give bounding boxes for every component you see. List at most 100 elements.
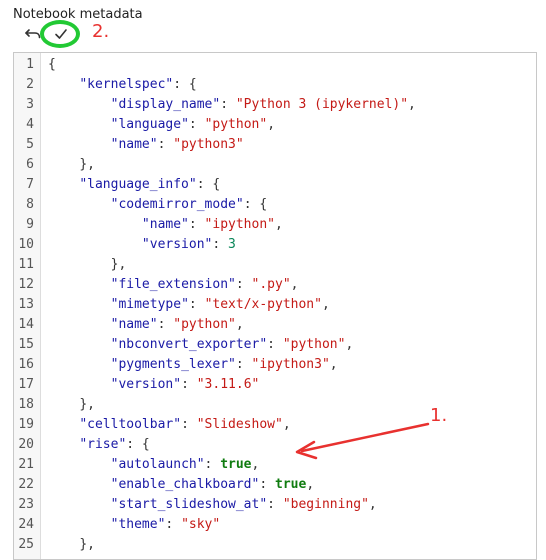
code-token: : { [243,197,268,212]
code-line: 9 "name": "ipython", [14,215,536,235]
code-line: 7 "language_info": { [14,175,536,195]
code-line: 20 "rise": { [14,435,536,455]
code-text: "celltoolbar": "Slideshow", [48,415,290,435]
code-line: 11 }, [14,255,536,275]
code-token: "python" [173,317,236,332]
code-token: "sky" [181,517,221,532]
line-number: 2 [26,77,34,92]
line-number: 7 [26,177,34,192]
code-token: true [220,457,252,472]
code-token: "display_name" [110,97,221,112]
code-text: "version": 3 [48,235,236,255]
code-text: "codemirror_mode": { [48,195,268,215]
code-token: "python3" [173,137,244,152]
line-number: 8 [26,197,34,212]
code-token: }, [79,397,95,412]
code-token: , [321,297,330,312]
code-token: "language_info" [79,177,197,192]
code-token: "ipython" [204,217,275,232]
line-number: 18 [18,397,34,412]
code-token: "celltoolbar" [79,417,182,432]
line-number: 12 [18,277,34,292]
code-text: "pygments_lexer": "ipython3", [48,355,338,375]
code-token: }, [110,257,127,272]
code-line: 12 "file_extension": ".py", [14,275,536,295]
code-line: 14 "name": "python", [14,315,536,335]
code-token: , [290,277,299,292]
highlight-circle-annotation [40,20,80,48]
code-token: , [368,497,377,512]
code-token: : [188,217,205,232]
code-token: "theme" [110,517,166,532]
code-token: "codemirror_mode" [110,197,244,212]
code-text: }, [48,395,95,415]
metadata-json-editor[interactable]: 1{2 "kernelspec": {3 "display_name": "Py… [13,52,537,560]
code-token: "3.11.6" [196,377,260,392]
line-number: 17 [18,377,34,392]
code-token: "autolaunch" [110,457,205,472]
code-token: : [235,277,252,292]
line-number: 1 [26,57,34,72]
code-line: 3 "display_name": "Python 3 (ipykernel)"… [14,95,536,115]
code-token: "text/x-python" [204,297,322,312]
code-token: : [259,477,275,492]
code-line: 6 }, [14,155,536,175]
code-token: "version" [110,377,182,392]
metadata-panel-title: Notebook metadata [13,7,143,22]
code-token: : { [126,437,150,452]
code-token: : [181,417,197,432]
code-line: 1{ [14,55,536,75]
code-text: }, [48,535,95,555]
line-number: 25 [18,537,34,552]
code-token: "name" [141,217,189,232]
code-line: 25 }, [14,535,536,555]
code-token: "name" [110,137,158,152]
code-text: "language_info": { [48,175,220,195]
code-line: 19 "celltoolbar": "Slideshow", [14,415,536,435]
code-token: , [345,337,354,352]
code-line: 16 "pygments_lexer": "ipython3", [14,355,536,375]
code-text: }, [48,155,95,175]
code-line: 18 }, [14,395,536,415]
code-token: true [275,477,307,492]
step-label-1: 1. [430,405,448,426]
code-token: "pygments_lexer" [110,357,236,372]
code-token: : { [196,177,221,192]
code-token: }, [79,157,95,172]
code-token: "python" [204,117,268,132]
code-line: 23 "start_slideshow_at": "beginning", [14,495,536,515]
code-text: "version": "3.11.6" [48,375,260,395]
code-text: "display_name": "Python 3 (ipykernel)", [48,95,416,115]
line-number: 6 [26,157,34,172]
code-token: , [275,217,283,232]
code-token: , [235,317,244,332]
code-token: , [408,97,416,112]
code-token: : [220,97,236,112]
code-line: 24 "theme": "sky" [14,515,536,535]
code-token: : [165,517,182,532]
code-line: 5 "name": "python3" [14,135,536,155]
code-text: "nbconvert_exporter": "python", [48,335,354,355]
code-token: 3 [228,237,236,252]
line-number: 13 [18,297,34,312]
code-token: : [188,297,205,312]
code-token: : [188,117,205,132]
code-token: , [306,477,315,492]
line-number: 15 [18,337,34,352]
code-token: : [267,497,283,512]
code-token: "python" [282,337,346,352]
code-text: "kernelspec": { [48,75,196,95]
line-number: 10 [18,237,34,252]
code-line: 2 "kernelspec": { [14,75,536,95]
code-token: "start_slideshow_at" [110,497,268,512]
code-text: "start_slideshow_at": "beginning", [48,495,377,515]
code-text: }, [48,255,127,275]
